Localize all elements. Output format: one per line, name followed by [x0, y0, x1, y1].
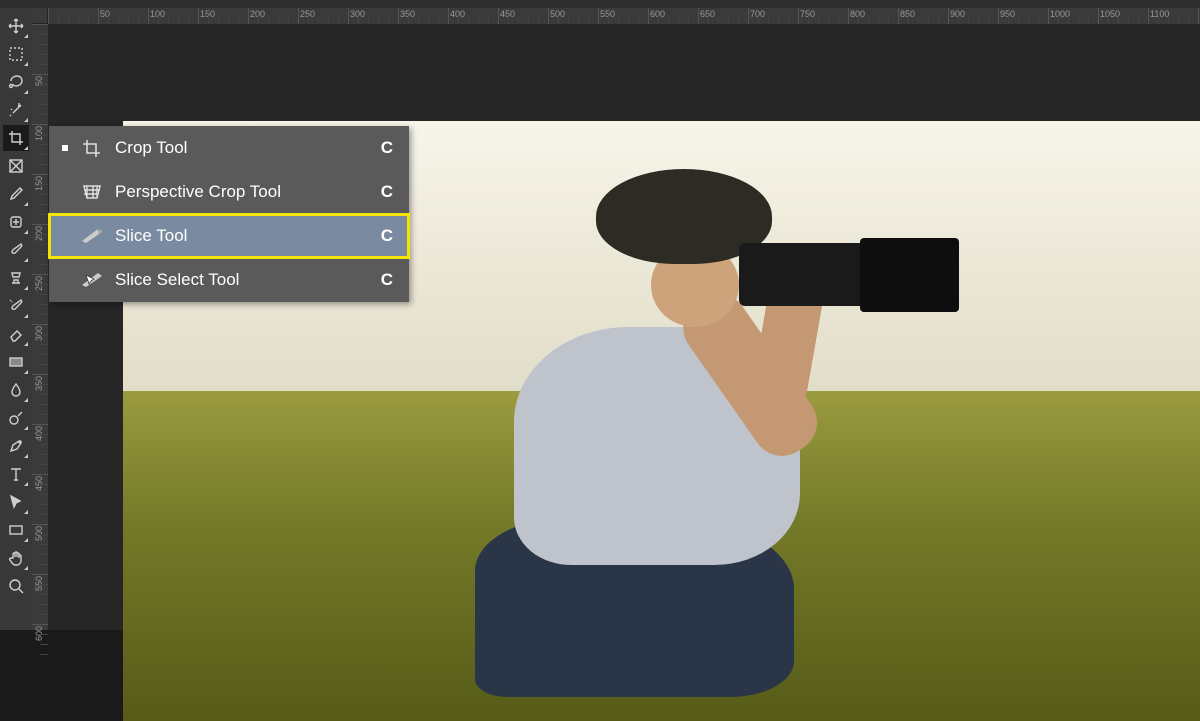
marquee-tool[interactable]: [3, 41, 29, 67]
type-tool[interactable]: [3, 461, 29, 487]
eraser-tool[interactable]: [3, 321, 29, 347]
flyout-item-shortcut: C: [381, 182, 393, 202]
slice-icon: [79, 225, 105, 247]
slice-select-icon: [79, 269, 105, 291]
tools-panel: [0, 8, 32, 630]
flyout-item-label: Crop Tool: [115, 138, 369, 158]
flyout-item-label: Slice Tool: [115, 226, 369, 246]
options-bar: [0, 0, 1200, 8]
rectangle-tool[interactable]: [3, 517, 29, 543]
vertical-ruler: 50100150200250300350400450500550600: [32, 24, 48, 630]
pen-tool[interactable]: [3, 433, 29, 459]
eyedropper-tool[interactable]: [3, 181, 29, 207]
flyout-item-label: Perspective Crop Tool: [115, 182, 369, 202]
ruler-origin[interactable]: [32, 8, 48, 24]
flyout-item-shortcut: C: [381, 270, 393, 290]
healing-brush-tool[interactable]: [3, 209, 29, 235]
brush-tool[interactable]: [3, 237, 29, 263]
flyout-item-shortcut: C: [381, 226, 393, 246]
image-subject: [431, 169, 981, 697]
history-brush-tool[interactable]: [3, 293, 29, 319]
flyout-item-slice-tool[interactable]: Slice Tool C: [49, 214, 409, 258]
hand-tool[interactable]: [3, 545, 29, 571]
flyout-item-perspective-crop-tool[interactable]: Perspective Crop Tool C: [49, 170, 409, 214]
blur-tool[interactable]: [3, 377, 29, 403]
ruler-tick-label: 1100: [1150, 9, 1169, 19]
gradient-tool[interactable]: [3, 349, 29, 375]
flyout-item-shortcut: C: [381, 138, 393, 158]
clone-stamp-tool[interactable]: [3, 265, 29, 291]
frame-tool[interactable]: [3, 153, 29, 179]
current-tool-indicator: [62, 145, 68, 151]
move-tool[interactable]: [3, 13, 29, 39]
zoom-tool[interactable]: [3, 573, 29, 599]
crop-tool-flyout[interactable]: Crop ToolCPerspective Crop ToolCSlice To…: [49, 126, 409, 302]
magic-wand-tool[interactable]: [3, 97, 29, 123]
crop-icon: [79, 137, 105, 159]
flyout-item-crop-tool[interactable]: Crop Tool C: [49, 126, 409, 170]
lasso-tool[interactable]: [3, 69, 29, 95]
document-area: [48, 24, 1200, 630]
horizontal-ruler: 5010015020025030035040045050055060065070…: [32, 8, 1200, 24]
path-selection-tool[interactable]: [3, 489, 29, 515]
flyout-item-slice-select-tool[interactable]: Slice Select Tool C: [49, 258, 409, 302]
dodge-tool[interactable]: [3, 405, 29, 431]
flyout-item-label: Slice Select Tool: [115, 270, 369, 290]
crop-tool[interactable]: [3, 125, 29, 151]
perspective-crop-icon: [79, 181, 105, 203]
